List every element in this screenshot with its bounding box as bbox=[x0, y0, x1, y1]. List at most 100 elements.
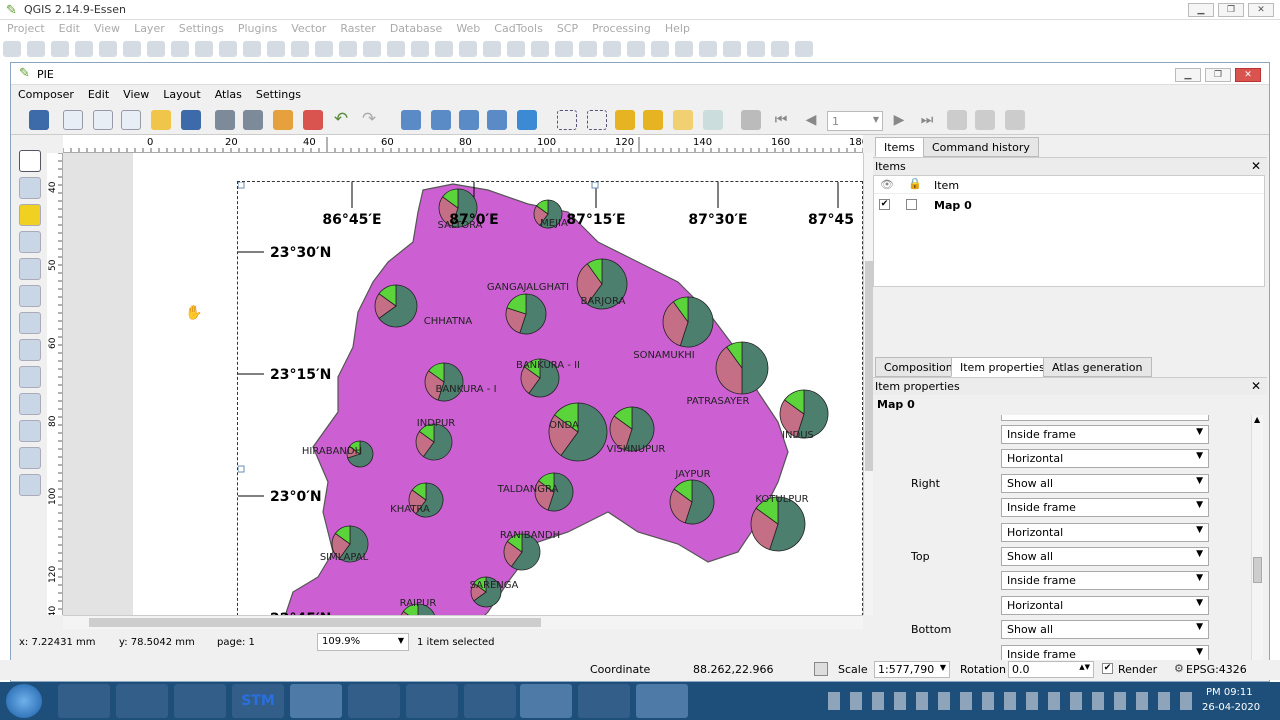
toolbar-tool-icon[interactable] bbox=[243, 41, 261, 57]
clock-date[interactable]: 26-04-2020 bbox=[1202, 702, 1260, 713]
crs-icon[interactable]: ⚙ bbox=[1174, 662, 1184, 675]
toolbar-tool-icon[interactable] bbox=[147, 41, 165, 57]
add-table-icon[interactable] bbox=[19, 447, 41, 469]
property-combo[interactable]: Show all ▼ bbox=[1001, 473, 1209, 493]
zoom-in-icon[interactable] bbox=[459, 110, 479, 130]
property-combo[interactable]: Horizontal ▼ bbox=[1001, 449, 1209, 469]
add-scalebar-icon[interactable] bbox=[19, 366, 41, 388]
taskbar-app-editor[interactable] bbox=[578, 684, 630, 718]
load-template-icon[interactable] bbox=[151, 110, 171, 130]
zoom-actual-icon[interactable] bbox=[431, 110, 451, 130]
list-item[interactable]: ✔ Map 0 bbox=[874, 196, 1264, 214]
atlas-settings-icon[interactable] bbox=[1005, 110, 1025, 130]
toolbar-tool-icon[interactable] bbox=[315, 41, 333, 57]
properties-scroll-thumb[interactable] bbox=[1253, 557, 1262, 583]
toolbar-tool-icon[interactable] bbox=[555, 41, 573, 57]
toolbar-tool-icon[interactable] bbox=[123, 41, 141, 57]
redo-icon[interactable]: ↷ bbox=[359, 110, 379, 130]
print-icon[interactable] bbox=[215, 110, 235, 130]
minimize-button[interactable]: ▁ bbox=[1188, 3, 1214, 17]
export-svg-icon[interactable] bbox=[273, 110, 293, 130]
toolbar-tool-icon[interactable] bbox=[219, 41, 237, 57]
undo-icon[interactable]: ↶ bbox=[331, 110, 351, 130]
tab-item-properties[interactable]: Item properties bbox=[951, 357, 1054, 377]
deselect-icon[interactable] bbox=[587, 110, 607, 130]
property-combo[interactable]: Show all ▼ bbox=[1001, 620, 1209, 640]
menu-item[interactable]: Processing bbox=[585, 20, 658, 37]
coordinate-field[interactable]: 88.262,22.966 bbox=[693, 663, 773, 676]
atlas-page-field[interactable]: 1 ▼ bbox=[827, 111, 883, 131]
toolbar-tool-icon[interactable] bbox=[531, 41, 549, 57]
taskbar-app-folder-icon[interactable] bbox=[116, 684, 168, 718]
composer-menu-item[interactable]: Edit bbox=[81, 85, 116, 104]
toolbar-tool-icon[interactable] bbox=[339, 41, 357, 57]
property-combo[interactable]: Show all ▼ bbox=[1001, 547, 1209, 566]
toolbar-tool-icon[interactable] bbox=[75, 41, 93, 57]
toolbar-tool-icon[interactable] bbox=[579, 41, 597, 57]
close-button[interactable]: ✕ bbox=[1248, 3, 1274, 17]
taskbar-app-screen[interactable] bbox=[348, 684, 400, 718]
property-combo[interactable]: Inside frame ▼ bbox=[1001, 498, 1209, 518]
toolbar-tool-icon[interactable] bbox=[675, 41, 693, 57]
atlas-export-icon[interactable] bbox=[975, 110, 995, 130]
menu-item[interactable]: Project bbox=[0, 20, 52, 37]
add-arrow-icon[interactable] bbox=[19, 420, 41, 442]
atlas-next-icon[interactable]: ▶ bbox=[889, 110, 909, 130]
lock-checkbox[interactable] bbox=[906, 199, 917, 210]
toolbar-tool-icon[interactable] bbox=[363, 41, 381, 57]
toolbar-tool-icon[interactable] bbox=[603, 41, 621, 57]
toolbar-tool-icon[interactable] bbox=[171, 41, 189, 57]
toolbar-tool-icon[interactable] bbox=[195, 41, 213, 57]
atlas-preview-icon[interactable] bbox=[741, 110, 761, 130]
map-item[interactable]: SALTORA MEJIA GANGAJALGHATI BARJORA CHHATNA S… bbox=[237, 181, 863, 615]
select-move-icon[interactable] bbox=[19, 204, 41, 226]
selection-handle[interactable] bbox=[238, 465, 245, 473]
toolbar-tool-icon[interactable] bbox=[459, 41, 477, 57]
taskbar-app-calculator[interactable] bbox=[174, 684, 226, 718]
close-icon[interactable]: ✕ bbox=[1251, 379, 1261, 393]
scale-combo[interactable]: 1:577,790 ▼ bbox=[874, 661, 950, 678]
group-items-icon[interactable] bbox=[673, 110, 693, 130]
menu-item[interactable]: Edit bbox=[52, 20, 87, 37]
toolbar-tool-icon[interactable] bbox=[507, 41, 525, 57]
property-combo[interactable]: Horizontal ▼ bbox=[1001, 522, 1209, 542]
clock-time[interactable]: PM 09:11 bbox=[1206, 687, 1253, 698]
align-items-icon[interactable] bbox=[703, 110, 723, 130]
toolbar-tool-icon[interactable] bbox=[795, 41, 813, 57]
export-image-icon[interactable] bbox=[243, 110, 263, 130]
new-composer-icon[interactable] bbox=[63, 110, 83, 130]
move-content-icon[interactable] bbox=[19, 231, 41, 253]
atlas-first-icon[interactable]: ⏮ bbox=[771, 110, 791, 130]
tab-atlas-generation[interactable]: Atlas generation bbox=[1043, 357, 1152, 377]
toolbar-tool-icon[interactable] bbox=[291, 41, 309, 57]
crs-status[interactable]: EPSG:4326 bbox=[1186, 663, 1247, 676]
atlas-prev-icon[interactable]: ◀ bbox=[801, 110, 821, 130]
tab-items[interactable]: Items bbox=[875, 137, 924, 157]
toolbar-tool-icon[interactable] bbox=[651, 41, 669, 57]
select-all-icon[interactable] bbox=[557, 110, 577, 130]
tab-composition[interactable]: Composition bbox=[875, 357, 962, 377]
toolbar-tool-icon[interactable] bbox=[51, 41, 69, 57]
menu-item[interactable]: CadTools bbox=[487, 20, 550, 37]
selection-handle[interactable] bbox=[591, 182, 599, 189]
menu-item[interactable]: Help bbox=[658, 20, 697, 37]
atlas-last-icon[interactable]: ⏭ bbox=[917, 110, 937, 130]
composer-maximize-button[interactable]: ❐ bbox=[1205, 68, 1231, 82]
system-tray-icons[interactable] bbox=[828, 692, 1198, 710]
lock-items-icon[interactable] bbox=[615, 110, 635, 130]
toolbar-tool-icon[interactable] bbox=[267, 41, 285, 57]
coordinate-toggle-icon[interactable] bbox=[814, 662, 828, 676]
pan-tool-icon[interactable] bbox=[19, 150, 41, 172]
composer-menu-item[interactable]: Settings bbox=[249, 85, 308, 104]
zoom-full-icon[interactable] bbox=[401, 110, 421, 130]
add-shape-icon[interactable] bbox=[19, 393, 41, 415]
toolbar-tool-icon[interactable] bbox=[771, 41, 789, 57]
composer-close-button[interactable]: ✕ bbox=[1235, 68, 1261, 82]
menu-item[interactable]: View bbox=[87, 20, 127, 37]
toolbar-tool-icon[interactable] bbox=[627, 41, 645, 57]
canvas-horizontal-scrollbar[interactable] bbox=[63, 615, 863, 629]
composer-minimize-button[interactable]: ▁ bbox=[1175, 68, 1201, 82]
start-button[interactable] bbox=[6, 684, 42, 718]
property-combo[interactable]: Horizontal ▼ bbox=[1001, 595, 1209, 615]
menu-item[interactable]: Layer bbox=[127, 20, 172, 37]
